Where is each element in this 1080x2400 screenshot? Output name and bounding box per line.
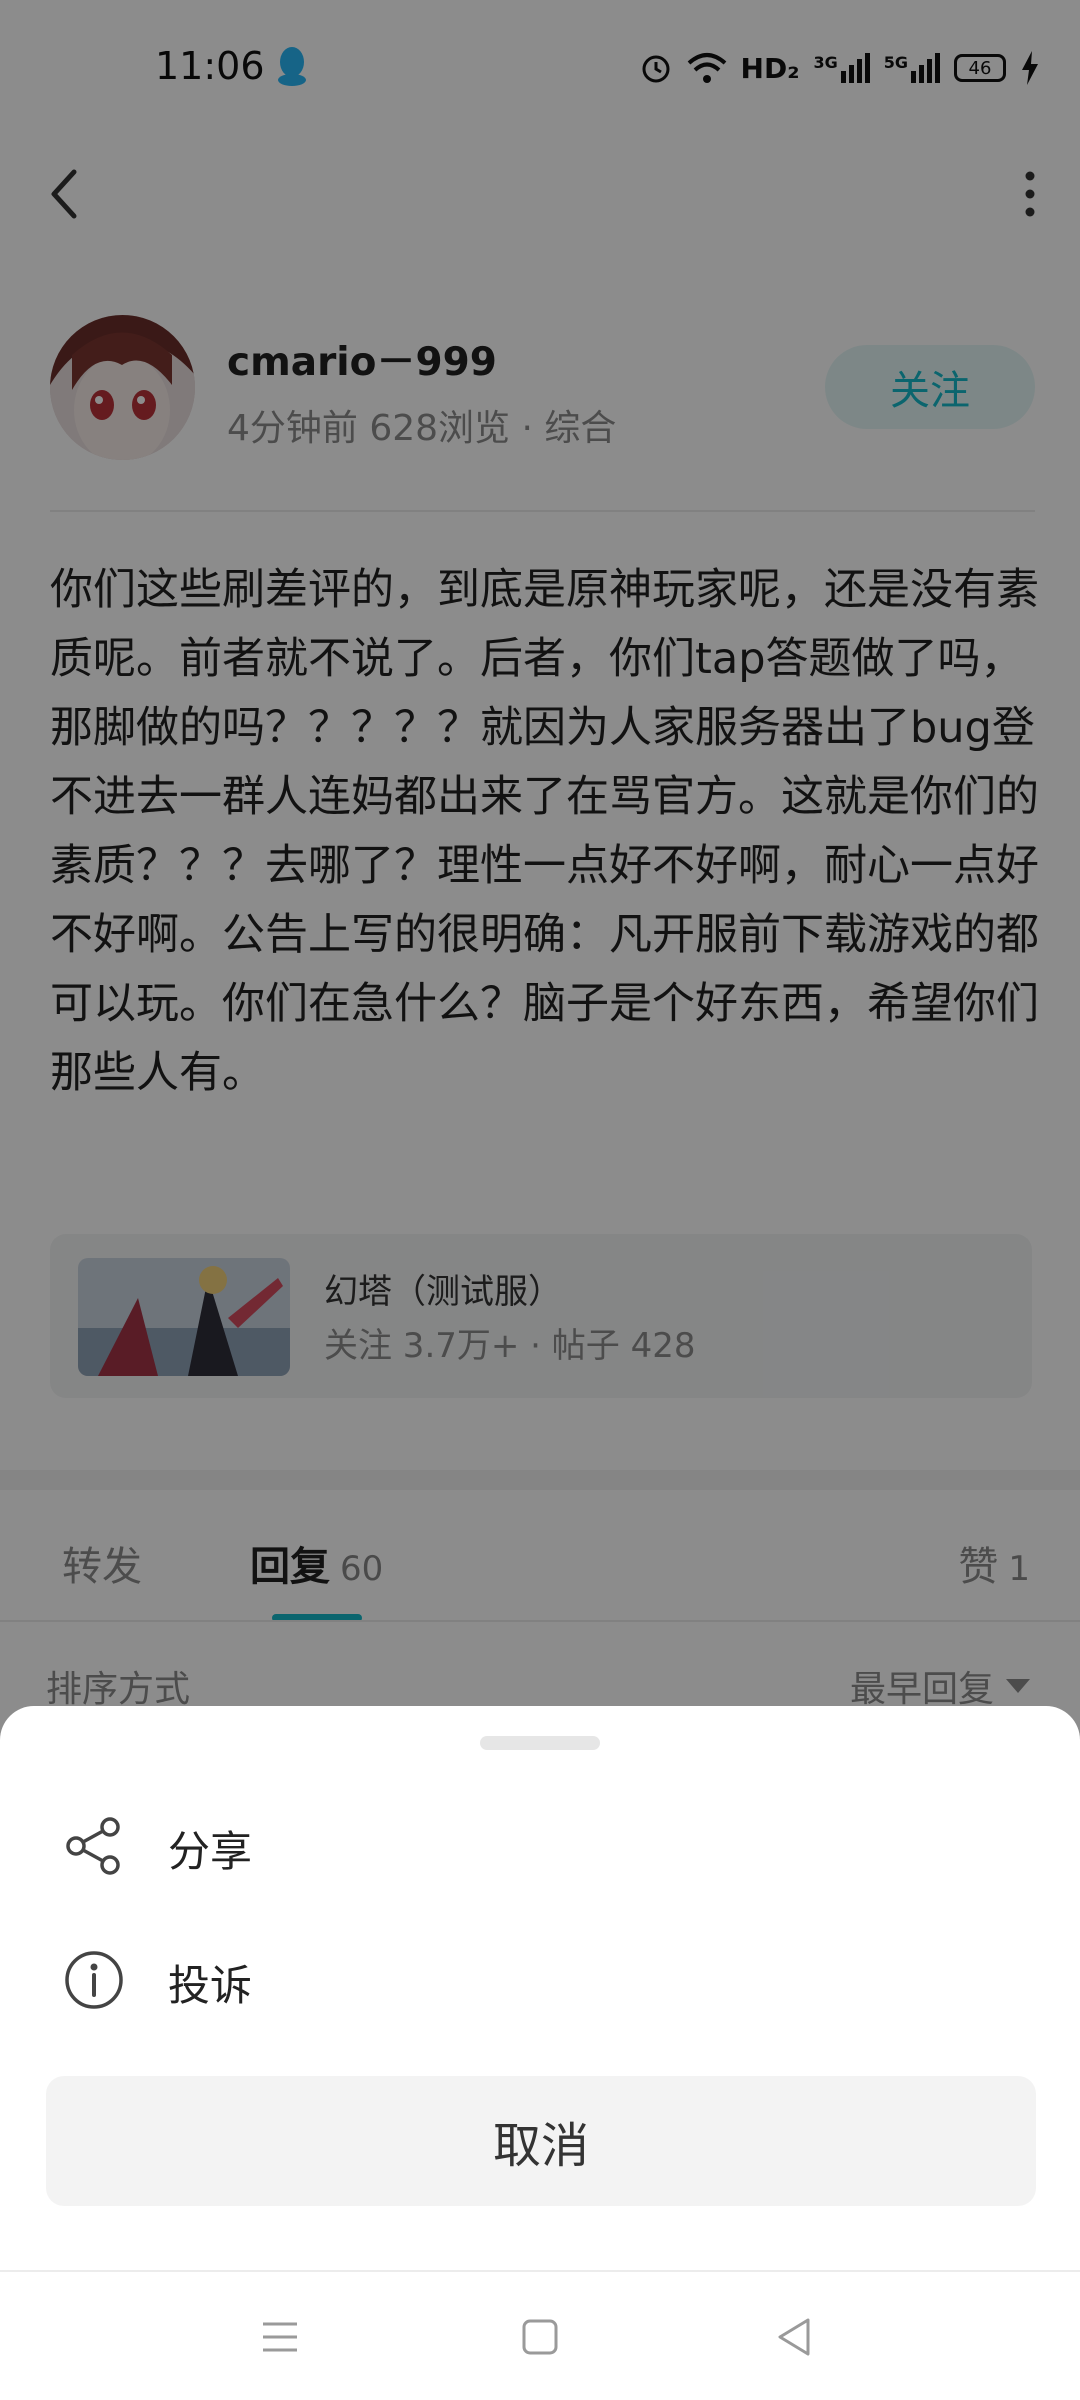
share-icon (66, 1817, 120, 1875)
action-sheet: 分享 投诉 取消 (0, 1706, 1080, 2270)
home-square-icon[interactable] (515, 2312, 565, 2362)
back-triangle-icon[interactable] (770, 2312, 820, 2362)
share-action[interactable]: 分享 (0, 1784, 1080, 1904)
info-icon (65, 1951, 123, 2009)
system-nav-bar (0, 2270, 1080, 2400)
menu-icon[interactable] (255, 2312, 305, 2362)
sheet-drag-handle[interactable] (480, 1736, 600, 1750)
report-label: 投诉 (168, 1961, 253, 2010)
share-label: 分享 (168, 1827, 253, 1876)
cancel-button[interactable]: 取消 (46, 2076, 1036, 2206)
report-action[interactable]: 投诉 (0, 1918, 1080, 2038)
